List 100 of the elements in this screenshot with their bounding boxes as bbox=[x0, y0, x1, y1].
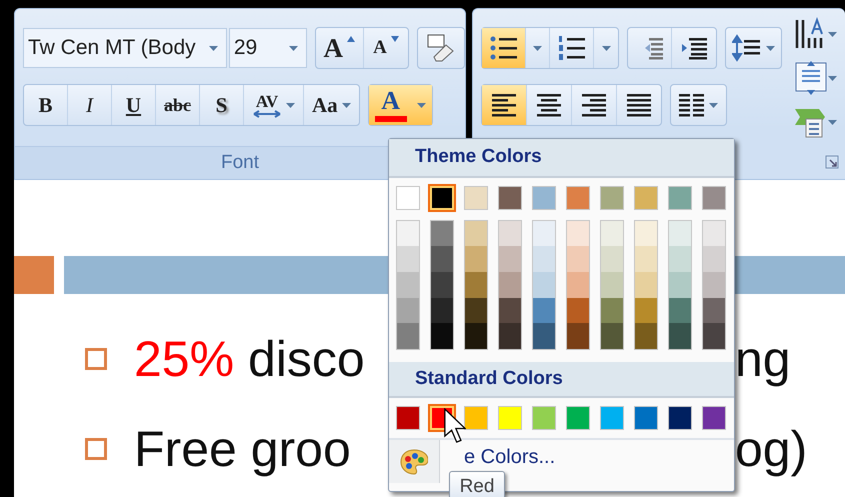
color-swatch[interactable] bbox=[668, 186, 692, 210]
mouse-pointer-icon bbox=[444, 408, 466, 444]
strike-button[interactable]: abc bbox=[156, 85, 200, 125]
color-swatch[interactable] bbox=[533, 246, 555, 272]
color-swatch[interactable] bbox=[431, 272, 453, 298]
numbered-list-icon bbox=[556, 35, 586, 61]
color-swatch[interactable] bbox=[634, 186, 658, 210]
dropdown-arrow-icon bbox=[709, 102, 718, 108]
color-swatch[interactable] bbox=[533, 220, 555, 246]
color-swatch[interactable] bbox=[703, 272, 725, 298]
color-swatch[interactable] bbox=[465, 323, 487, 349]
color-swatch[interactable] bbox=[703, 323, 725, 349]
color-swatch[interactable] bbox=[669, 220, 691, 246]
font-size-combobox[interactable]: 29 bbox=[228, 28, 306, 68]
grow-font-button[interactable]: A bbox=[316, 28, 364, 68]
color-swatch[interactable] bbox=[465, 220, 487, 246]
color-swatch[interactable] bbox=[397, 298, 419, 324]
align-justify-icon bbox=[627, 94, 651, 116]
color-swatch[interactable] bbox=[600, 186, 624, 210]
color-swatch[interactable] bbox=[431, 220, 453, 246]
color-swatch[interactable] bbox=[669, 323, 691, 349]
color-swatch[interactable] bbox=[499, 298, 521, 324]
color-swatch[interactable] bbox=[396, 406, 420, 430]
bullets-button[interactable] bbox=[482, 28, 526, 68]
dropdown-arrow-icon bbox=[828, 32, 837, 36]
color-swatch[interactable] bbox=[397, 220, 419, 246]
color-swatch[interactable] bbox=[431, 246, 453, 272]
dropdown-arrow-icon bbox=[288, 46, 298, 50]
color-swatch[interactable] bbox=[397, 246, 419, 272]
more-colors-item[interactable]: e Colors... bbox=[464, 446, 556, 468]
underline-button[interactable]: U bbox=[112, 85, 156, 125]
color-swatch[interactable] bbox=[498, 406, 522, 430]
color-swatch[interactable] bbox=[601, 323, 623, 349]
color-swatch[interactable] bbox=[566, 186, 590, 210]
color-swatch[interactable] bbox=[465, 246, 487, 272]
spacing-button[interactable]: AV bbox=[244, 85, 304, 125]
color-swatch[interactable] bbox=[397, 323, 419, 349]
case-button[interactable]: Aa bbox=[304, 85, 359, 125]
color-swatch[interactable] bbox=[601, 246, 623, 272]
color-swatch[interactable] bbox=[567, 246, 589, 272]
section-header: Standard Colors bbox=[389, 362, 734, 398]
color-swatch[interactable] bbox=[703, 220, 725, 246]
font-color-button[interactable]: A bbox=[368, 85, 432, 125]
color-swatch[interactable] bbox=[702, 406, 726, 430]
bold-button[interactable]: B bbox=[24, 85, 68, 125]
color-swatch[interactable] bbox=[499, 272, 521, 298]
color-swatch[interactable] bbox=[464, 406, 488, 430]
color-swatch[interactable] bbox=[532, 186, 556, 210]
color-swatch[interactable] bbox=[669, 272, 691, 298]
color-swatch[interactable] bbox=[702, 186, 726, 210]
color-swatch[interactable] bbox=[464, 186, 488, 210]
color-swatch[interactable] bbox=[567, 220, 589, 246]
color-swatch[interactable] bbox=[397, 272, 419, 298]
align-text-button[interactable] bbox=[794, 59, 837, 97]
color-swatch[interactable] bbox=[465, 298, 487, 324]
color-swatch[interactable] bbox=[635, 323, 657, 349]
color-swatch[interactable] bbox=[431, 323, 453, 349]
color-swatch[interactable] bbox=[499, 246, 521, 272]
color-swatch[interactable] bbox=[635, 272, 657, 298]
color-swatch[interactable] bbox=[430, 186, 454, 210]
color-swatch[interactable] bbox=[532, 406, 556, 430]
color-swatch[interactable] bbox=[703, 298, 725, 324]
color-swatch[interactable] bbox=[669, 246, 691, 272]
dropdown-arrow-icon bbox=[828, 76, 837, 80]
color-swatch[interactable] bbox=[634, 406, 658, 430]
color-swatch[interactable] bbox=[396, 186, 420, 210]
color-swatch[interactable] bbox=[635, 246, 657, 272]
color-swatch[interactable] bbox=[533, 298, 555, 324]
dialog-launcher-icon[interactable] bbox=[825, 155, 839, 169]
color-swatch[interactable] bbox=[601, 298, 623, 324]
color-swatch[interactable] bbox=[499, 323, 521, 349]
shadow-button[interactable]: S bbox=[200, 85, 244, 125]
color-swatch[interactable] bbox=[635, 298, 657, 324]
color-swatch[interactable] bbox=[567, 272, 589, 298]
color-swatch[interactable] bbox=[635, 220, 657, 246]
font-name-combobox[interactable]: Tw Cen MT (Body bbox=[23, 28, 227, 68]
bullet-list-icon bbox=[488, 35, 518, 61]
color-swatch[interactable] bbox=[465, 272, 487, 298]
color-swatch[interactable] bbox=[703, 246, 725, 272]
color-swatch[interactable] bbox=[600, 406, 624, 430]
color-swatch[interactable] bbox=[669, 298, 691, 324]
dropdown-arrow-icon bbox=[286, 102, 295, 108]
bullet-text: og) bbox=[735, 424, 808, 474]
align-right-icon bbox=[582, 94, 606, 116]
color-swatch[interactable] bbox=[668, 406, 692, 430]
indent-icon bbox=[679, 36, 709, 60]
color-swatch[interactable] bbox=[567, 298, 589, 324]
color-swatch[interactable] bbox=[533, 272, 555, 298]
italic-button[interactable]: I bbox=[68, 85, 112, 125]
color-swatch[interactable] bbox=[601, 220, 623, 246]
shrink-font-button[interactable]: A bbox=[364, 28, 408, 68]
align-left-button[interactable] bbox=[482, 85, 527, 125]
color-swatch[interactable] bbox=[533, 323, 555, 349]
color-swatch[interactable] bbox=[431, 298, 453, 324]
color-swatch[interactable] bbox=[566, 406, 590, 430]
color-swatch[interactable] bbox=[601, 272, 623, 298]
section-header: Theme Colors bbox=[389, 139, 734, 178]
color-swatch[interactable] bbox=[498, 186, 522, 210]
color-swatch[interactable] bbox=[499, 220, 521, 246]
color-swatch[interactable] bbox=[567, 323, 589, 349]
